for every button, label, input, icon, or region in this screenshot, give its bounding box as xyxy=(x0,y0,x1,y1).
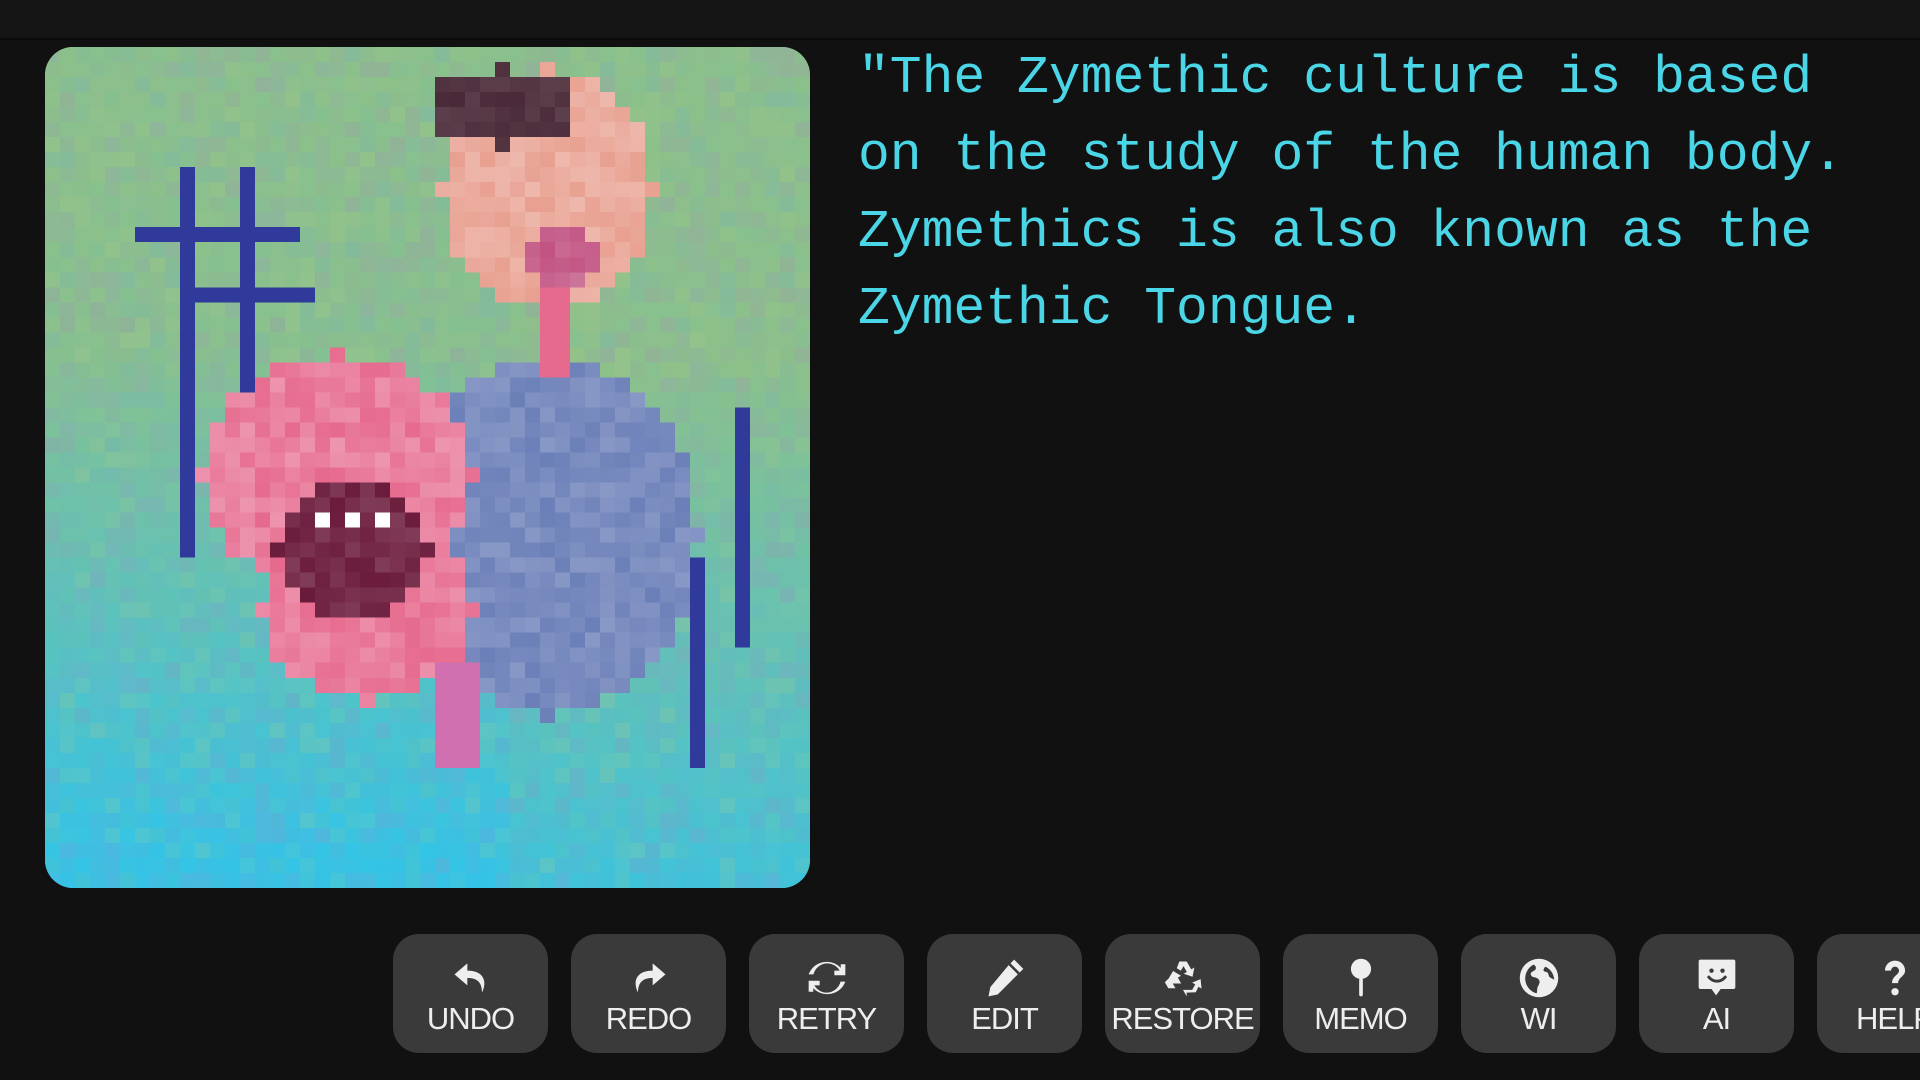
undo-button[interactable]: UNDO xyxy=(393,934,548,1053)
help-label: HELP xyxy=(1856,1000,1920,1036)
edit-button[interactable]: EDIT xyxy=(927,934,1082,1053)
story-text: "The Zymethic culture is based on the st… xyxy=(858,48,1844,339)
question-icon xyxy=(1873,956,1917,1000)
pixel-art-image xyxy=(45,47,810,888)
retry-label: RETRY xyxy=(776,1000,878,1036)
action-toolbar: UNDO REDO RETRY EDIT RESTORE MEMO WI AI … xyxy=(393,934,1920,1053)
retry-button[interactable]: RETRY xyxy=(749,934,904,1053)
restore-button[interactable]: RESTORE xyxy=(1105,934,1260,1053)
smiley-chat-icon xyxy=(1695,956,1739,1000)
recycle-icon xyxy=(1161,956,1205,1000)
pushpin-icon xyxy=(1339,956,1383,1000)
memo-label: MEMO xyxy=(1314,1000,1407,1036)
story-illustration xyxy=(45,47,810,888)
world-info-button[interactable]: WI xyxy=(1461,934,1616,1053)
undo-arrow-icon xyxy=(449,956,493,1000)
redo-button[interactable]: REDO xyxy=(571,934,726,1053)
memo-button[interactable]: MEMO xyxy=(1283,934,1438,1053)
world-info-label: WI xyxy=(1520,1000,1558,1036)
top-bar xyxy=(0,0,1920,40)
ai-button[interactable]: AI xyxy=(1639,934,1794,1053)
help-button[interactable]: HELP xyxy=(1817,934,1920,1053)
redo-arrow-icon xyxy=(627,956,671,1000)
pencil-icon xyxy=(983,956,1027,1000)
ai-label: AI xyxy=(1702,1000,1731,1036)
undo-label: UNDO xyxy=(426,1000,515,1036)
globe-icon xyxy=(1517,956,1561,1000)
edit-label: EDIT xyxy=(971,1000,1039,1036)
refresh-icon xyxy=(805,956,849,1000)
redo-label: REDO xyxy=(605,1000,693,1036)
restore-label: RESTORE xyxy=(1111,1000,1254,1036)
